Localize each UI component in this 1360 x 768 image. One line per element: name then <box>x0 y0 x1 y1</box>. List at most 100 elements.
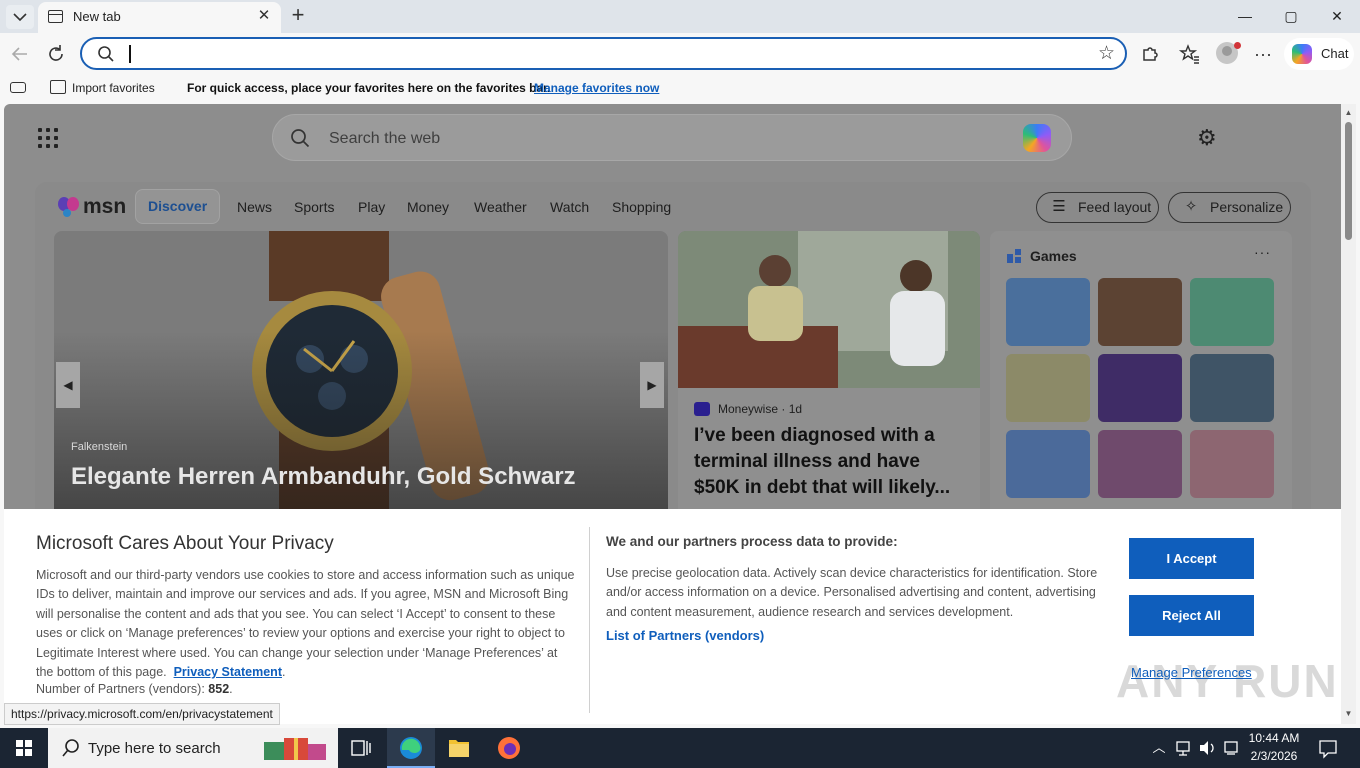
manage-preferences-link[interactable]: Manage Preferences <box>1131 665 1252 680</box>
privacy-statement-link[interactable]: Privacy Statement <box>174 665 282 679</box>
hero-gradient <box>54 331 668 521</box>
personalize-button[interactable]: ✧ Personalize <box>1168 192 1291 223</box>
divider <box>589 527 590 713</box>
feed-tab-sports[interactable]: Sports <box>294 199 334 215</box>
page-settings-gear-icon[interactable]: ⚙ <box>1197 126 1221 150</box>
favorite-star-icon[interactable]: ☆ <box>1098 43 1115 65</box>
moneywise-logo-icon <box>694 402 710 416</box>
accept-button[interactable]: I Accept <box>1129 538 1254 579</box>
minimize-button[interactable]: — <box>1222 0 1268 33</box>
game-tile[interactable] <box>1098 278 1182 346</box>
windows-logo-icon <box>16 740 32 756</box>
feed-tab-money[interactable]: Money <box>407 199 449 215</box>
game-tile[interactable] <box>1098 430 1182 498</box>
import-favorites-icon <box>50 80 66 94</box>
data-processing-heading: We and our partners process data to prov… <box>606 534 898 549</box>
reject-all-button[interactable]: Reject All <box>1129 595 1254 636</box>
refresh-button[interactable] <box>44 42 68 66</box>
feed-tab-watch[interactable]: Watch <box>550 199 589 215</box>
story-image <box>678 231 980 388</box>
status-bar-url: https://privacy.microsoft.com/en/privacy… <box>4 703 280 725</box>
back-button[interactable] <box>8 42 32 66</box>
apps-launcher-icon[interactable] <box>38 128 58 148</box>
network-icon[interactable] <box>1174 728 1192 768</box>
msn-logo[interactable]: msn <box>57 194 127 220</box>
clock-date[interactable]: 2/3/2026 <box>1244 749 1304 763</box>
volume-icon[interactable] <box>1197 728 1217 768</box>
taskbar-firefox[interactable] <box>485 728 533 768</box>
firefox-icon <box>498 737 520 759</box>
carousel-prev-button[interactable]: ◀ <box>56 362 80 408</box>
page-icon <box>48 10 63 23</box>
hero-source: Falkenstein <box>71 441 128 453</box>
active-tab[interactable]: New tab ✕ <box>38 2 281 33</box>
chevron-down-icon <box>13 13 27 22</box>
feed-tab-shopping[interactable]: Shopping <box>612 199 671 215</box>
close-window-button[interactable]: ✕ <box>1314 0 1360 33</box>
page-scrollbar[interactable]: ▲ ▼ <box>1341 104 1356 724</box>
favorites-button[interactable] <box>1178 42 1202 66</box>
favorites-list-icon <box>1178 44 1199 64</box>
scroll-up-arrow-icon[interactable]: ▲ <box>1341 108 1356 117</box>
partners-count-suffix: . <box>229 682 233 696</box>
task-view-button[interactable] <box>338 728 386 768</box>
game-tile[interactable] <box>1190 430 1274 498</box>
notifications-icon[interactable] <box>1316 728 1340 768</box>
folder-icon <box>449 740 469 757</box>
games-card: Games ··· <box>990 231 1292 531</box>
restore-button[interactable]: ▢ <box>1268 0 1314 33</box>
story-source: Moneywise · 1d <box>718 402 803 416</box>
notification-dot <box>1234 42 1241 49</box>
new-tab-button[interactable]: + <box>286 4 310 28</box>
scroll-down-arrow-icon[interactable]: ▼ <box>1341 709 1356 718</box>
list-of-partners-link[interactable]: List of Partners (vendors) <box>606 628 764 643</box>
copilot-chat-button[interactable]: Chat <box>1284 38 1354 70</box>
settings-more-button[interactable]: ··· <box>1251 42 1275 66</box>
close-tab-button[interactable]: ✕ <box>256 7 272 25</box>
web-search-box[interactable]: Search the web <box>272 114 1072 161</box>
address-bar[interactable]: ☆ <box>80 37 1127 70</box>
carousel-next-button[interactable]: ▶ <box>640 362 664 408</box>
game-tile[interactable] <box>1006 354 1090 422</box>
game-tile[interactable] <box>1006 278 1090 346</box>
story-title[interactable]: I’ve been diagnosed with a terminal illn… <box>694 423 969 501</box>
game-tile[interactable] <box>1190 278 1274 346</box>
taskbar-edge[interactable] <box>387 728 435 768</box>
action-center-flag-icon[interactable] <box>1222 728 1240 768</box>
import-favorites-button[interactable]: Import favorites <box>72 81 155 95</box>
games-more-button[interactable]: ··· <box>1254 244 1271 260</box>
game-tile[interactable] <box>1190 354 1274 422</box>
feed-tab-discover[interactable]: Discover <box>135 189 221 224</box>
feed-layout-button[interactable]: ☰ Feed layout <box>1036 192 1159 223</box>
game-tile[interactable] <box>1006 430 1090 498</box>
tab-actions-menu[interactable] <box>6 5 34 29</box>
partners-count-label: Number of Partners (vendors): <box>36 682 205 696</box>
gifts-highlight-icon <box>264 738 326 760</box>
clock-time[interactable]: 10:44 AM <box>1244 731 1304 745</box>
privacy-body: Microsoft and our third-party vendors us… <box>36 566 576 682</box>
show-hidden-icons-chevron-icon[interactable]: ︿ <box>1150 728 1168 768</box>
hero-title[interactable]: Elegante Herren Armbanduhr, Gold Schwarz <box>71 463 576 491</box>
taskbar: Type here to search ︿ 10:44 AM 2/3/2026 <box>0 728 1360 768</box>
feed-tab-news[interactable]: News <box>237 199 272 215</box>
navigation-bar: ☆ ··· Chat <box>0 33 1360 74</box>
privacy-body-text: Microsoft and our third-party vendors us… <box>36 568 575 680</box>
game-tile[interactable] <box>1098 354 1182 422</box>
scroll-thumb[interactable] <box>1345 122 1352 240</box>
partners-count-line: Number of Partners (vendors): 852. <box>36 682 233 696</box>
manage-favorites-link[interactable]: Manage favorites now <box>534 81 659 95</box>
hero-card[interactable]: ◀ ▶ Falkenstein Elegante Herren Armbandu… <box>54 231 668 521</box>
extensions-button[interactable] <box>1138 42 1162 66</box>
taskbar-search-box[interactable]: Type here to search <box>48 728 338 768</box>
start-button[interactable] <box>0 728 48 768</box>
story-card[interactable]: Moneywise · 1d I’ve been diagnosed with … <box>678 231 980 531</box>
back-arrow-icon <box>11 47 27 61</box>
copilot-icon[interactable] <box>1023 124 1051 152</box>
feed-tab-weather[interactable]: Weather <box>474 199 527 215</box>
personalize-label: Personalize <box>1210 199 1284 215</box>
sidebar-toggle-icon[interactable] <box>10 82 26 93</box>
privacy-title: Microsoft Cares About Your Privacy <box>36 533 334 554</box>
taskbar-file-explorer[interactable] <box>435 728 483 768</box>
privacy-period: . <box>281 665 286 680</box>
feed-tab-play[interactable]: Play <box>358 199 385 215</box>
